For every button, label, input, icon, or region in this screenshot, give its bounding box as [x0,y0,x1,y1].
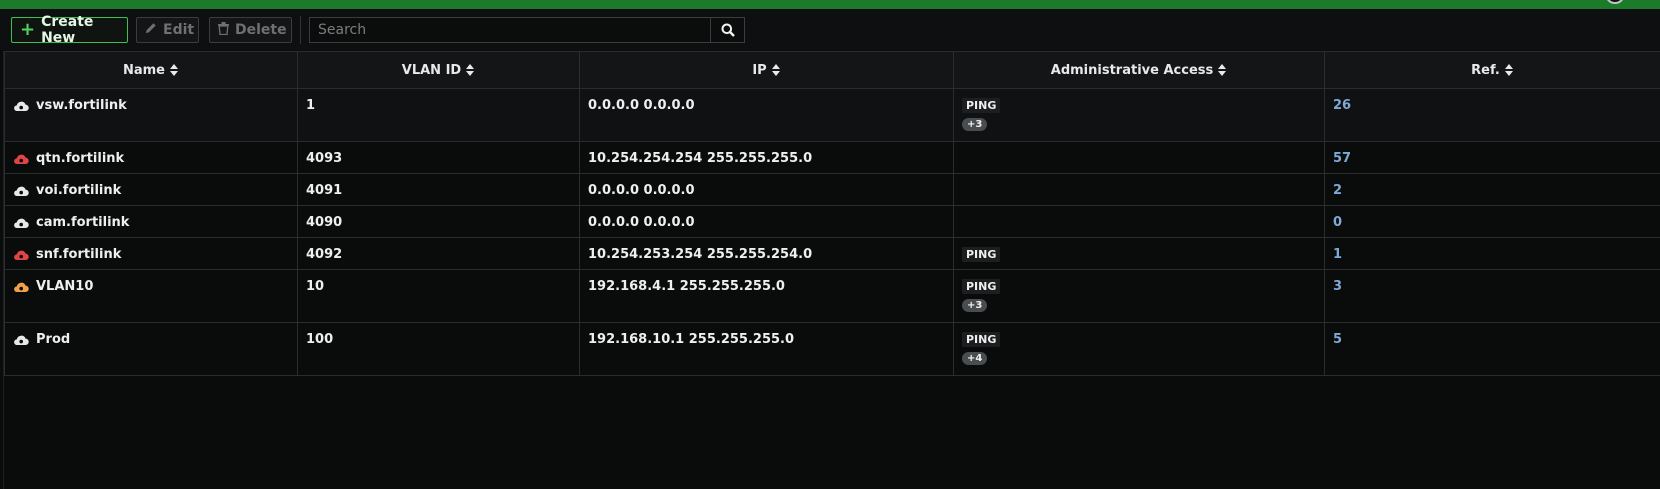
ip-cell: 0.0.0.0 0.0.0.0 [579,88,954,142]
table-row[interactable]: snf.fortilink 4092 10.254.253.254 255.25… [4,237,1660,270]
sort-icon [771,64,780,76]
table-row[interactable]: Prod 100 192.168.10.1 255.255.255.0 PING… [4,322,1660,376]
ip-cell: 192.168.10.1 255.255.255.0 [579,322,954,376]
interface-name: qtn.fortilink [36,151,125,166]
sort-icon [1218,64,1227,76]
table-row[interactable]: qtn.fortilink 4093 10.254.254.254 255.25… [4,141,1660,174]
create-new-button[interactable]: + Create New [11,14,128,46]
cloud-icon [14,186,29,196]
column-header-vlan-id[interactable]: VLAN ID [297,51,580,89]
access-cell: PING +3 [953,269,1325,323]
column-header-ref[interactable]: Ref. [1324,51,1660,89]
ref-count-link[interactable]: 1 [1324,237,1660,270]
ip-cell: 0.0.0.0 0.0.0.0 [579,173,954,206]
search-button[interactable] [710,18,744,42]
column-header-name[interactable]: Name [4,51,298,89]
vlan-id-cell: 10 [297,269,580,323]
vlan-id-cell: 4090 [297,205,580,238]
column-header-ip[interactable]: IP [579,51,954,89]
interfaces-table: Name VLAN ID IP Administrative Access Re… [4,51,1660,376]
ref-count-link[interactable]: 2 [1324,173,1660,206]
cloud-icon [14,335,29,345]
vlan-id-cell: 4091 [297,173,580,206]
ip-cell: 0.0.0.0 0.0.0.0 [579,205,954,238]
access-cell: PING +3 [953,88,1325,142]
toolbar-divider [300,16,301,44]
edit-button[interactable]: Edit [136,17,199,43]
access-cell: PING +4 [953,322,1325,376]
access-tag: PING [962,98,1001,113]
cloud-icon [14,101,29,111]
ref-count-link[interactable]: 0 [1324,205,1660,238]
cloud-icon [14,250,29,260]
ref-count-link[interactable]: 26 [1324,88,1660,142]
top-status-bar [0,0,1660,9]
access-cell: PING [953,237,1325,270]
ref-count-link[interactable]: 5 [1324,322,1660,376]
ip-cell: 10.254.253.254 255.255.254.0 [579,237,954,270]
toolbar: + Create New Edit Delete [0,9,1660,50]
access-cell [953,173,1325,206]
more-badge[interactable]: +3 [962,299,988,312]
delete-label: Delete [235,22,287,38]
access-cell [953,141,1325,174]
cloud-icon [14,218,29,228]
edit-label: Edit [163,22,195,38]
plus-icon: + [20,19,36,40]
ref-count-link[interactable]: 57 [1324,141,1660,174]
create-new-label: Create New [41,14,94,46]
more-badge[interactable]: +3 [962,118,988,131]
pencil-icon [145,22,157,38]
table-row[interactable]: vsw.fortilink 1 0.0.0.0 0.0.0.0 PING +3 2… [4,88,1660,142]
table-row[interactable]: VLAN10 10 192.168.4.1 255.255.255.0 PING… [4,269,1660,323]
interface-name: vsw.fortilink [36,98,127,113]
search-icon [721,23,735,37]
trash-icon [218,21,229,39]
vlan-id-cell: 4093 [297,141,580,174]
interface-name: snf.fortilink [36,247,122,262]
search-box [309,17,745,43]
access-tag: PING [962,332,1001,347]
sort-icon [1504,64,1513,76]
vlan-id-cell: 4092 [297,237,580,270]
interface-name: Prod [36,332,71,347]
column-header-administrative-access[interactable]: Administrative Access [953,51,1325,89]
sort-icon [170,64,178,76]
delete-button[interactable]: Delete [209,17,292,43]
access-cell [953,205,1325,238]
search-input[interactable] [310,18,710,42]
ref-count-link[interactable]: 3 [1324,269,1660,323]
ip-cell: 10.254.254.254 255.255.255.0 [579,141,954,174]
cloud-icon [14,282,29,292]
access-tag: PING [962,247,1001,262]
interface-name: voi.fortilink [36,183,122,198]
cloud-icon [14,154,29,164]
table-row[interactable]: cam.fortilink 4090 0.0.0.0 0.0.0.0 0 [4,205,1660,238]
vlan-id-cell: 1 [297,88,580,142]
more-badge[interactable]: +4 [962,352,988,365]
sort-icon [466,64,475,76]
vlan-id-cell: 100 [297,322,580,376]
interface-name: cam.fortilink [36,215,130,230]
ip-cell: 192.168.4.1 255.255.255.0 [579,269,954,323]
circle-icon[interactable] [1605,0,1625,4]
access-tag: PING [962,279,1001,294]
interface-name: VLAN10 [36,279,94,294]
table-row[interactable]: voi.fortilink 4091 0.0.0.0 0.0.0.0 2 [4,173,1660,206]
